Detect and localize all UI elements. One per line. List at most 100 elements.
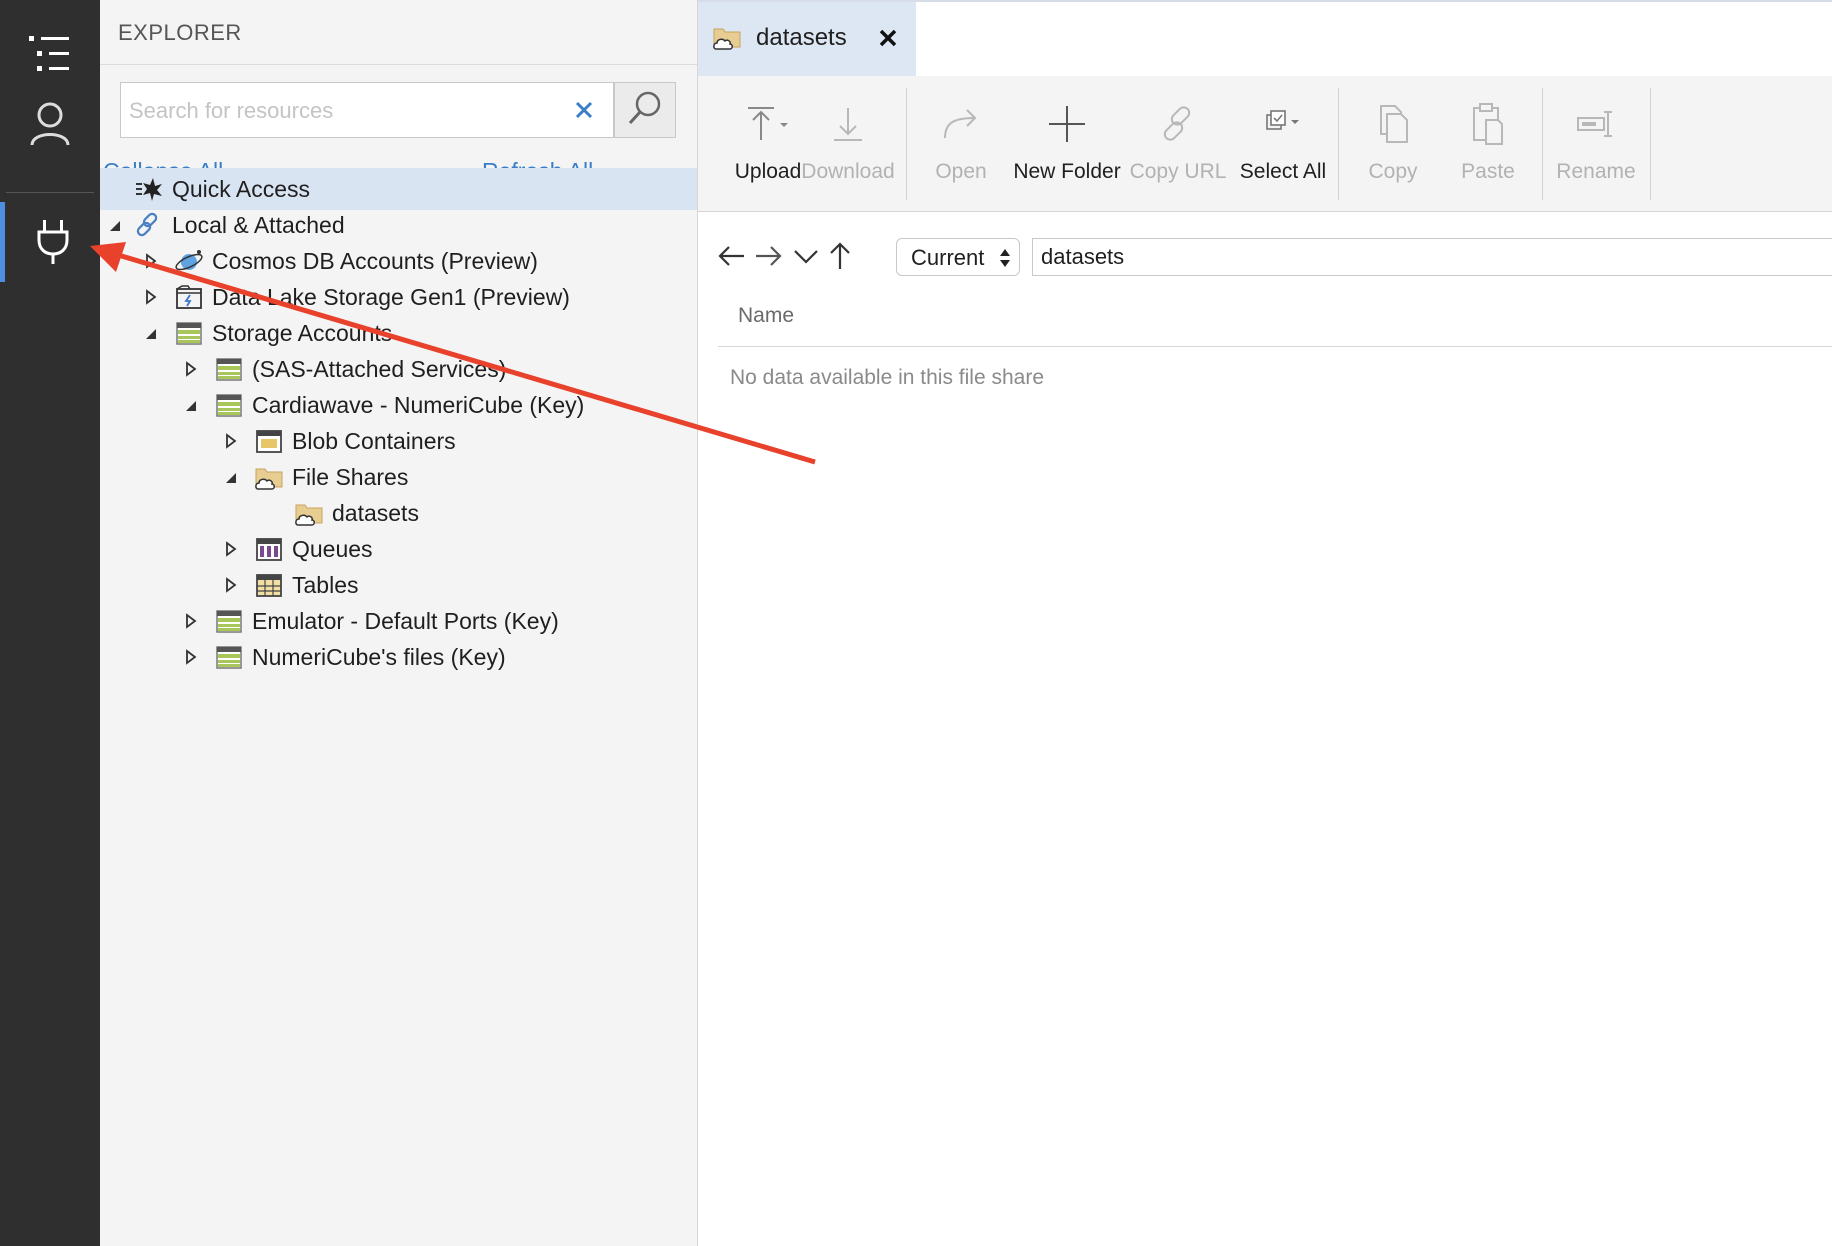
back-arrow-icon[interactable]: [716, 240, 748, 272]
up-arrow-icon[interactable]: [824, 240, 856, 272]
tree-item-label: Storage Accounts: [212, 320, 393, 346]
select-all-label: Select All: [1239, 160, 1327, 183]
explorer-panel: EXPLORER Collapse All Refresh All Quick …: [100, 0, 698, 1246]
quick-access-icon: [134, 175, 164, 203]
open-arrow-icon: [937, 100, 985, 148]
toolbar: Upload Download Open New Folder Copy URL…: [698, 76, 1832, 212]
tab-strip: datasets: [698, 0, 1832, 76]
toolbar-separator: [1650, 88, 1651, 200]
tree-item-label: File Shares: [292, 464, 409, 490]
blob-container-icon: [254, 427, 284, 455]
upload-label: Upload: [734, 160, 802, 183]
tab-datasets[interactable]: datasets: [698, 2, 916, 76]
expanded-caret-icon[interactable]: [144, 325, 158, 341]
collapsed-caret-icon[interactable]: [224, 541, 238, 557]
cosmos-db-icon: [174, 247, 204, 275]
collapsed-caret-icon[interactable]: [144, 289, 158, 305]
scope-select[interactable]: Current: [896, 238, 1020, 276]
forward-arrow-icon[interactable]: [752, 240, 784, 272]
grid-header: Name: [718, 290, 1832, 347]
select-all-icon: [1259, 100, 1307, 148]
file-share-icon: [294, 499, 324, 527]
connect-plug-icon[interactable]: [0, 202, 100, 282]
tree-item-label: Blob Containers: [292, 428, 456, 454]
expanded-caret-icon[interactable]: [184, 397, 198, 413]
tree-item-label: NumeriCube's files (Key): [252, 644, 506, 670]
open-button[interactable]: Open: [911, 76, 1011, 210]
scope-select-value: Current: [911, 245, 985, 270]
tree-item-label: (SAS-Attached Services): [252, 356, 507, 382]
new-folder-label: New Folder: [1013, 160, 1121, 183]
paste-button[interactable]: Paste: [1438, 76, 1538, 210]
storage-account-icon: [174, 319, 204, 347]
tree-item-label: Quick Access: [172, 176, 311, 202]
select-all-button[interactable]: Select All: [1234, 76, 1332, 210]
activity-bar: [0, 0, 100, 1246]
chevron-down-icon[interactable]: [790, 240, 822, 272]
close-icon[interactable]: [876, 26, 900, 50]
column-header-name[interactable]: Name: [738, 304, 794, 328]
storage-account-icon: [214, 607, 244, 635]
copy-button[interactable]: Copy: [1343, 76, 1443, 210]
rename-button[interactable]: Rename: [1546, 76, 1646, 210]
copy-url-button[interactable]: Copy URL: [1128, 76, 1228, 210]
explorer-divider: [100, 64, 697, 65]
storage-account-icon: [214, 643, 244, 671]
collapsed-caret-icon[interactable]: [184, 649, 198, 665]
tree-item-label: Data Lake Storage Gen1 (Preview): [212, 284, 570, 310]
main-panel: datasets Upload Download Open New Folder…: [698, 0, 1832, 1246]
account-icon[interactable]: [0, 84, 100, 164]
activity-divider: [6, 192, 94, 193]
storage-account-icon: [214, 391, 244, 419]
path-input[interactable]: datasets: [1032, 238, 1832, 276]
table-icon: [254, 571, 284, 599]
explorer-title: EXPLORER: [118, 20, 242, 45]
copy-icon: [1369, 100, 1417, 148]
tree-item-numericube-files[interactable]: NumeriCube's files (Key): [100, 636, 697, 678]
tree-item-label: Tables: [292, 572, 359, 598]
collapsed-caret-icon[interactable]: [144, 253, 158, 269]
rename-label: Rename: [1556, 160, 1636, 183]
tree-item-label: Cardiawave - NumeriCube (Key): [252, 392, 585, 418]
download-label: Download: [801, 160, 895, 183]
new-folder-button[interactable]: New Folder: [1011, 76, 1123, 210]
link-icon: [1154, 100, 1202, 148]
download-icon: [824, 100, 872, 148]
file-share-icon: [254, 463, 284, 491]
up-down-caret-icon: [999, 247, 1011, 269]
collapsed-caret-icon[interactable]: [184, 613, 198, 629]
paste-label: Paste: [1461, 160, 1515, 183]
data-lake-icon: [174, 283, 204, 311]
path-value: datasets: [1041, 244, 1125, 269]
collapsed-caret-icon[interactable]: [224, 577, 238, 593]
toolbar-separator: [906, 88, 907, 200]
expanded-caret-icon[interactable]: [224, 469, 238, 485]
file-share-icon: [712, 22, 742, 52]
explorer-icon[interactable]: [0, 14, 100, 94]
rename-icon: [1572, 100, 1620, 148]
expanded-caret-icon[interactable]: [108, 217, 122, 233]
tree-item-label: Cosmos DB Accounts (Preview): [212, 248, 538, 274]
open-label: Open: [935, 160, 987, 183]
tree-item-label: datasets: [332, 500, 419, 526]
tree-item-label: Local & Attached: [172, 212, 345, 238]
tree-item-label: Emulator - Default Ports (Key): [252, 608, 559, 634]
search-icon: [626, 89, 664, 132]
collapsed-caret-icon[interactable]: [224, 433, 238, 449]
queue-icon: [254, 535, 284, 563]
search-box: [120, 82, 614, 138]
storage-account-icon: [214, 355, 244, 383]
empty-state-message: No data available in this file share: [730, 366, 1045, 389]
link-icon: [134, 211, 164, 239]
toolbar-separator: [1338, 88, 1339, 200]
search-input[interactable]: [127, 91, 551, 131]
collapsed-caret-icon[interactable]: [184, 361, 198, 377]
search-button[interactable]: [614, 82, 676, 138]
toolbar-separator: [1542, 88, 1543, 200]
tree-item-label: Queues: [292, 536, 373, 562]
download-button-visible[interactable]: Download: [798, 76, 898, 210]
copy-url-label: Copy URL: [1129, 160, 1227, 183]
plus-icon: [1043, 100, 1091, 148]
paste-icon: [1464, 100, 1512, 148]
clear-search-icon[interactable]: [571, 97, 597, 123]
